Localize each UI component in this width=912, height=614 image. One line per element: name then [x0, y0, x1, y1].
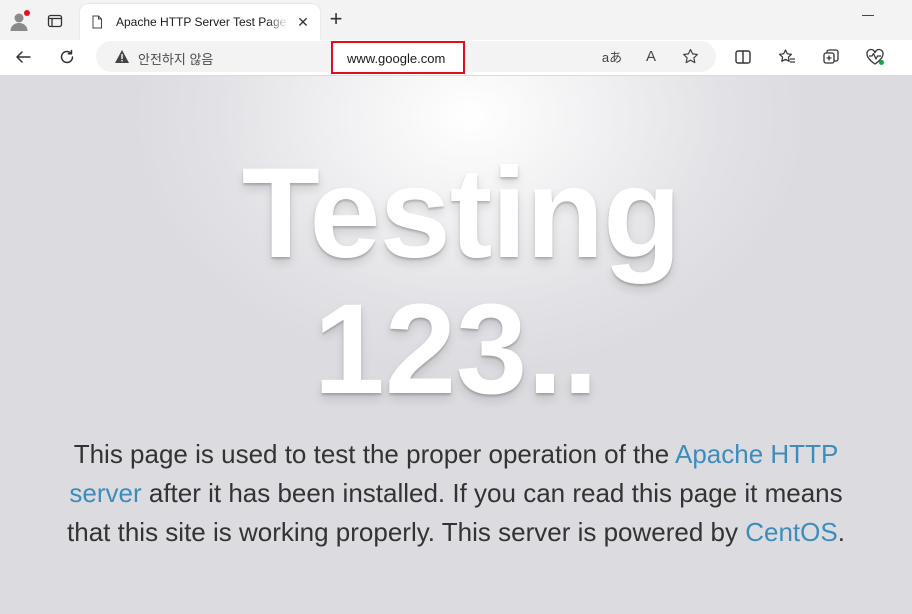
active-tab[interactable]: Apache HTTP Server Test Page powered by …	[80, 4, 320, 40]
url-text[interactable]: www.google.com	[347, 51, 445, 66]
tab-close-icon[interactable]: ✕	[296, 15, 310, 29]
heading-123: 123..	[313, 278, 599, 421]
refresh-icon	[60, 49, 74, 64]
collections-button[interactable]	[820, 46, 842, 68]
notification-dot	[23, 9, 31, 17]
minimize-window-button[interactable]	[862, 10, 878, 16]
centos-link[interactable]: CentOS	[745, 517, 838, 547]
split-screen-button[interactable]	[732, 46, 754, 68]
tab-strip: Apache HTTP Server Test Page powered by …	[0, 0, 912, 40]
translate-icon[interactable]: aあ	[601, 48, 623, 65]
page-viewport: Testing 123.. This page is used to test …	[0, 76, 912, 614]
not-secure-warning-icon[interactable]	[114, 49, 130, 64]
description-text-1: This page is used to test the proper ope…	[73, 439, 670, 469]
description-text-3: .	[837, 517, 845, 547]
tab-actions-button[interactable]	[44, 10, 66, 32]
back-button[interactable]	[12, 46, 34, 68]
description-text-2: after it has been installed. If you can …	[67, 478, 843, 547]
split-screen-icon	[735, 50, 751, 64]
favorite-star-icon[interactable]	[680, 48, 700, 65]
browser-essentials-button[interactable]	[864, 46, 886, 68]
favorites-button[interactable]	[776, 46, 798, 68]
tab-actions-icon	[47, 14, 63, 28]
address-bar[interactable]: 안전하지 않음 www.google.com aあ A	[96, 41, 716, 74]
new-tab-button[interactable]: +	[326, 8, 346, 30]
toolbar: 안전하지 않음 www.google.com aあ A	[0, 40, 912, 76]
tab-title: Apache HTTP Server Test Page powered by …	[116, 15, 288, 29]
favorites-list-icon	[779, 49, 795, 63]
read-aloud-icon[interactable]: A	[640, 48, 662, 65]
profile-button[interactable]	[8, 9, 31, 32]
heading-testing: Testing	[241, 142, 682, 285]
url-highlight-box[interactable]: www.google.com	[331, 41, 465, 74]
description-paragraph: This page is used to test the proper ope…	[56, 435, 856, 552]
browser-window: Apache HTTP Server Test Page powered by …	[0, 0, 912, 614]
page-favicon-icon	[92, 15, 102, 29]
security-status-label[interactable]: 안전하지 않음	[138, 49, 213, 68]
collections-icon	[823, 49, 839, 64]
refresh-button[interactable]	[56, 46, 78, 68]
back-arrow-icon	[16, 51, 31, 63]
browser-essentials-heart-icon	[866, 48, 884, 65]
